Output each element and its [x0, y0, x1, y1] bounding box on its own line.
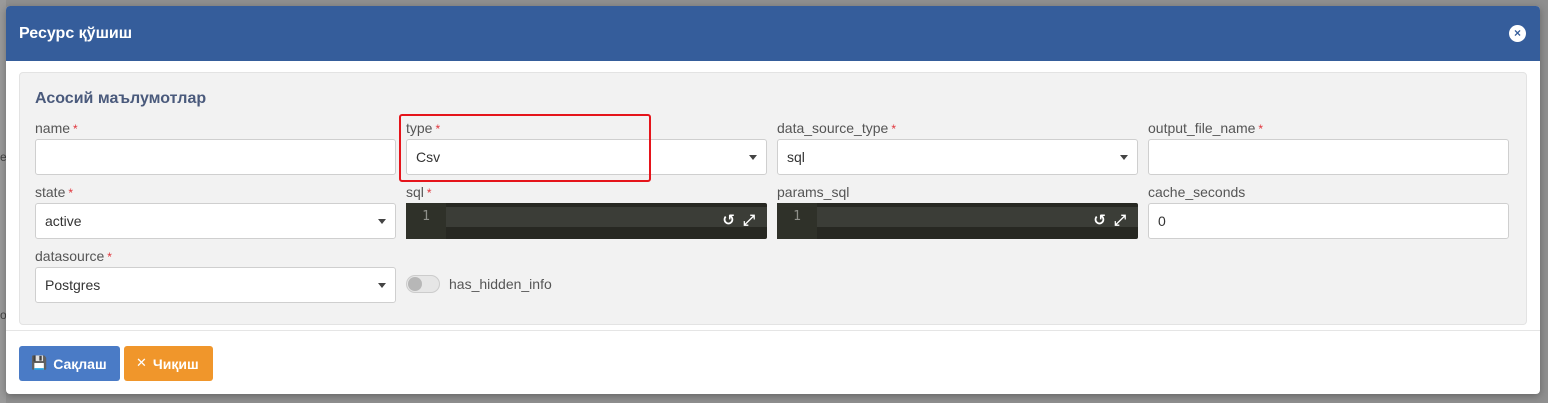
state-field: state * active: [35, 183, 396, 239]
output-file-name-label: output_file_name: [1148, 120, 1256, 136]
undo-icon[interactable]: ↺: [722, 212, 735, 228]
has-hidden-info-toggle[interactable]: [406, 275, 440, 293]
type-value: Csv: [416, 149, 441, 165]
type-label: type: [406, 120, 433, 136]
sql-label: sql: [406, 184, 424, 200]
has-hidden-info-label: has_hidden_info: [449, 276, 552, 292]
active-line: [817, 207, 1138, 227]
exit-button[interactable]: ✕ Чиқиш: [124, 346, 213, 381]
state-select[interactable]: active: [35, 203, 396, 239]
cache-seconds-field: cache_seconds 0: [1148, 183, 1509, 239]
modal-footer: 💾 Сақлаш ✕ Чиқиш: [6, 330, 1540, 394]
output-file-name-field: output_file_name *: [1148, 119, 1509, 175]
floppy-disk-icon: 💾: [31, 356, 48, 371]
chevron-down-icon: [749, 155, 757, 160]
datasource-label: datasource: [35, 248, 105, 264]
modal-body: Асосий маълумотлар name * type * Csv dat…: [6, 61, 1540, 330]
exit-button-label: Чиқиш: [152, 355, 199, 372]
save-button-label: Сақлаш: [53, 355, 107, 372]
type-select[interactable]: Csv: [406, 139, 767, 175]
times-icon: ✕: [136, 356, 147, 371]
required-marker: *: [435, 122, 441, 136]
data-source-type-field: data_source_type * sql: [777, 119, 1138, 175]
undo-icon[interactable]: ↺: [1093, 212, 1106, 228]
output-file-name-input[interactable]: [1148, 139, 1509, 175]
close-icon[interactable]: ×: [1509, 25, 1526, 42]
name-label: name: [35, 120, 71, 136]
sql-code-editor[interactable]: 1 ↺ ⤢: [406, 203, 767, 239]
required-marker: *: [73, 122, 78, 136]
modal-header: Ресурс қўшиш ×: [6, 6, 1540, 61]
datasource-select[interactable]: Postgres: [35, 267, 396, 303]
has-hidden-info-field: has_hidden_info: [406, 275, 552, 293]
state-label: state: [35, 184, 66, 200]
chevron-down-icon: [378, 283, 386, 288]
main-info-panel: Асосий маълумотлар name * type * Csv dat…: [19, 72, 1527, 325]
cache-seconds-input[interactable]: 0: [1148, 203, 1509, 239]
line-number: 1: [406, 203, 446, 239]
fullscreen-icon[interactable]: ⤢: [1114, 212, 1126, 228]
data-source-type-select[interactable]: sql: [777, 139, 1138, 175]
chevron-down-icon: [378, 219, 386, 224]
cache-seconds-label: cache_seconds: [1148, 184, 1246, 200]
modal-title: Ресурс қўшиш: [19, 24, 133, 42]
required-marker: *: [426, 186, 432, 200]
sql-field: sql * 1 ↺ ⤢: [406, 183, 767, 239]
toggle-knob: [408, 277, 422, 291]
state-value: active: [45, 213, 82, 229]
data-source-type-value: sql: [787, 149, 805, 165]
required-marker: *: [68, 186, 74, 200]
datasource-value: Postgres: [45, 277, 101, 293]
required-marker: *: [891, 122, 896, 136]
active-line: [446, 207, 767, 227]
save-button[interactable]: 💾 Сақлаш: [19, 346, 120, 381]
add-resource-modal: Ресурс қўшиш × Асосий маълумотлар name * …: [6, 6, 1540, 394]
required-marker: *: [107, 250, 112, 264]
params-sql-label: params_sql: [777, 184, 850, 200]
datasource-field: datasource * Postgres: [35, 247, 396, 303]
params-sql-code-editor[interactable]: 1 ↺ ⤢: [777, 203, 1138, 239]
name-input[interactable]: [35, 139, 396, 175]
name-field: name *: [35, 119, 396, 175]
chevron-down-icon: [1120, 155, 1128, 160]
data-source-type-label: data_source_type: [777, 120, 889, 136]
type-field: type * Csv: [406, 119, 767, 175]
panel-title: Асосий маълумотлар: [35, 90, 207, 107]
line-number: 1: [777, 203, 817, 239]
params-sql-field: params_sql 1 ↺ ⤢: [777, 183, 1138, 239]
required-marker: *: [1258, 122, 1264, 136]
fullscreen-icon[interactable]: ⤢: [743, 212, 755, 228]
